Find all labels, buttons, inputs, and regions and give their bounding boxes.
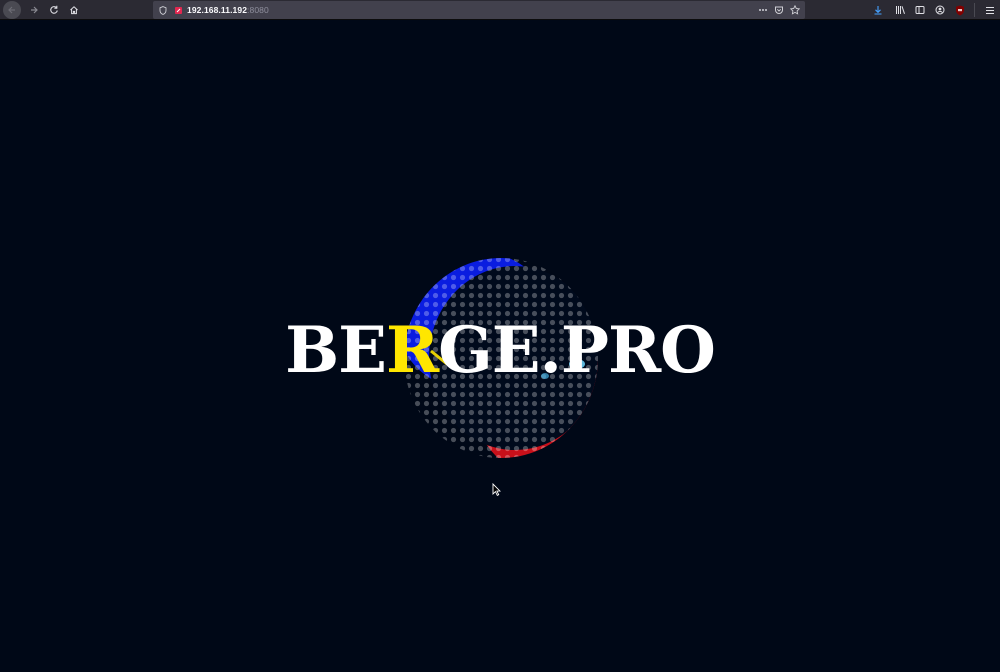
browser-toolbar: 192.168.11.192:8080 [0, 0, 1000, 20]
site-warning-icon[interactable] [171, 6, 185, 15]
reload-icon [50, 5, 58, 14]
home-icon [70, 5, 78, 14]
ublock-extension-icon[interactable] [950, 0, 970, 20]
back-arrow-icon [3, 0, 21, 19]
more-actions-icon[interactable] [755, 8, 771, 12]
tracking-shield-icon[interactable] [155, 5, 171, 15]
mouse-pointer-icon [492, 483, 501, 496]
toolbar-right-icons [868, 0, 1000, 20]
back-button[interactable] [2, 0, 22, 20]
hamburger-menu-icon[interactable] [980, 0, 1000, 20]
url-port: :8080 [247, 5, 269, 15]
library-icon[interactable] [890, 0, 910, 20]
brand-highlight-letter: R [385, 313, 439, 388]
url-host: 192.168.11.192 [187, 5, 248, 15]
url-bar[interactable]: 192.168.11.192:8080 [153, 1, 805, 19]
home-button[interactable] [64, 0, 84, 20]
account-icon[interactable] [930, 0, 950, 20]
url-text[interactable]: 192.168.11.192:8080 [187, 5, 269, 15]
forward-arrow-icon [31, 6, 38, 13]
brand-title: BERGE.PRO [0, 311, 1000, 391]
pocket-icon[interactable] [771, 5, 787, 15]
reload-button[interactable] [44, 0, 64, 20]
page-viewport: BERGE.PRO [0, 21, 1000, 672]
sidebar-icon[interactable] [910, 0, 930, 20]
brand-suffix: GE.PRO [438, 313, 716, 388]
brand-prefix: BE [285, 313, 387, 388]
download-icon[interactable] [868, 0, 888, 20]
forward-button[interactable] [24, 0, 44, 20]
bookmark-star-icon[interactable] [787, 5, 803, 15]
